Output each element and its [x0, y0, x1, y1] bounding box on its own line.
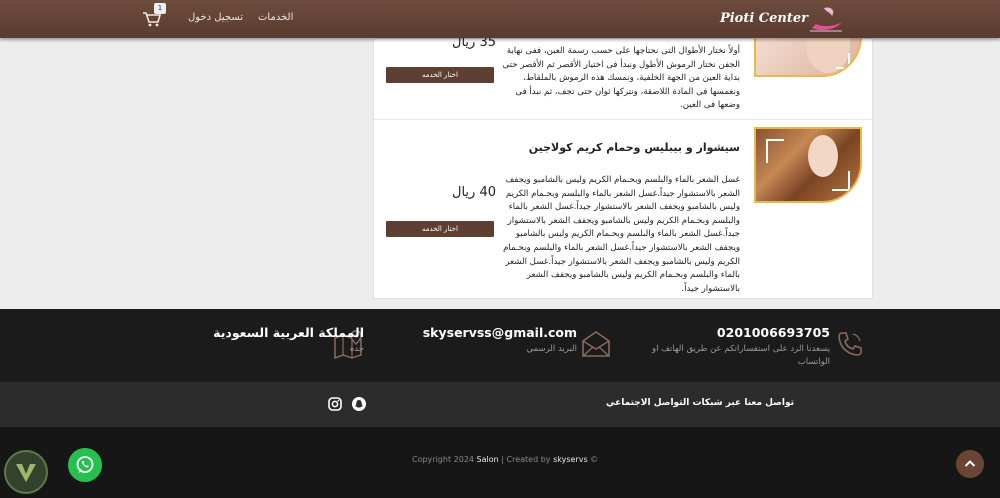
contact-email: skyservss@gmail.com البريد الرسمي: [417, 325, 577, 356]
city: جده: [349, 344, 364, 354]
service-item: أولاً نختار الأطوال التى نحتاجها على حسب…: [374, 35, 874, 120]
copyright-brand[interactable]: Salon: [477, 455, 499, 464]
service-description: أولاً نختار الأطوال التى نحتاجها على حسب…: [502, 46, 740, 111]
phone-note: يسعدنا الرد على استفساراتكم عن طريق الها…: [651, 344, 830, 367]
choose-service-button[interactable]: اختار الخدمه: [386, 221, 494, 237]
social-bar: تواصل معنا عبر شبكات التواصل الاجتماعي: [0, 382, 1000, 427]
contact-location: المملكة العربية السعودية جده: [194, 325, 364, 356]
email-note: البريد الرسمي: [526, 344, 578, 354]
copyright-creator[interactable]: skyservs: [553, 455, 588, 464]
phone-icon: [838, 332, 862, 356]
service-price: 40 ريال: [452, 185, 496, 200]
copyright-prefix: Copyright 2024: [412, 455, 474, 464]
contact-footer: 0201006693705 يسعدنا الرد على استفساراتك…: [0, 309, 1000, 382]
nav-services[interactable]: الخدمات: [258, 12, 293, 23]
email-address[interactable]: skyservss@gmail.com: [417, 325, 577, 340]
chevron-up-icon[interactable]: [956, 450, 984, 478]
social-heading: تواصل معنا عبر شبكات التواصل الاجتماعي: [605, 398, 794, 408]
service-description: غسل الشعر بالماء والبلسم وبحـمام الكريم …: [503, 175, 740, 294]
instagram-icon[interactable]: [328, 397, 342, 411]
whatsapp-icon[interactable]: [68, 448, 102, 482]
snapchat-icon[interactable]: [352, 397, 366, 411]
logo-mark-icon: [810, 7, 842, 32]
site-header: Pioti Center الخدمات تسجيل دخول 1: [0, 0, 1000, 38]
contact-phone: 0201006693705 يسعدنا الرد على استفساراتك…: [630, 325, 830, 369]
phone-number[interactable]: 0201006693705: [630, 325, 830, 340]
leaf-icon: [16, 464, 36, 482]
frame-corner: [832, 171, 850, 191]
choose-service-button[interactable]: اختار الخدمه: [386, 67, 494, 83]
nav-login[interactable]: تسجيل دخول: [188, 12, 243, 23]
cart-count-badge: 1: [154, 3, 166, 14]
copyright-middle: | Created by: [501, 455, 551, 464]
copyright-bar: Copyright 2024 Salon | Created by skyser…: [0, 427, 1000, 498]
country: المملكة العربية السعودية: [213, 325, 364, 340]
services-card: أولاً نختار الأطوال التى نحتاجها على حسب…: [373, 35, 874, 299]
service-image: [754, 37, 862, 77]
logo[interactable]: Pioti Center: [710, 4, 850, 34]
service-title: سيشوار و بيبليس وحمام كريم كولاجين: [528, 141, 740, 154]
service-image: [754, 127, 862, 203]
verification-badge: [4, 450, 48, 494]
service-item: سيشوار و بيبليس وحمام كريم كولاجين غسل ا…: [374, 121, 874, 299]
frame-corner: [766, 139, 784, 163]
frame-corner: [836, 53, 850, 69]
envelope-icon: [582, 331, 610, 357]
logo-text: Pioti Center: [719, 11, 808, 26]
copyright-suffix: ©: [590, 455, 599, 464]
copyright-text: Copyright 2024 Salon | Created by skyser…: [412, 455, 598, 464]
